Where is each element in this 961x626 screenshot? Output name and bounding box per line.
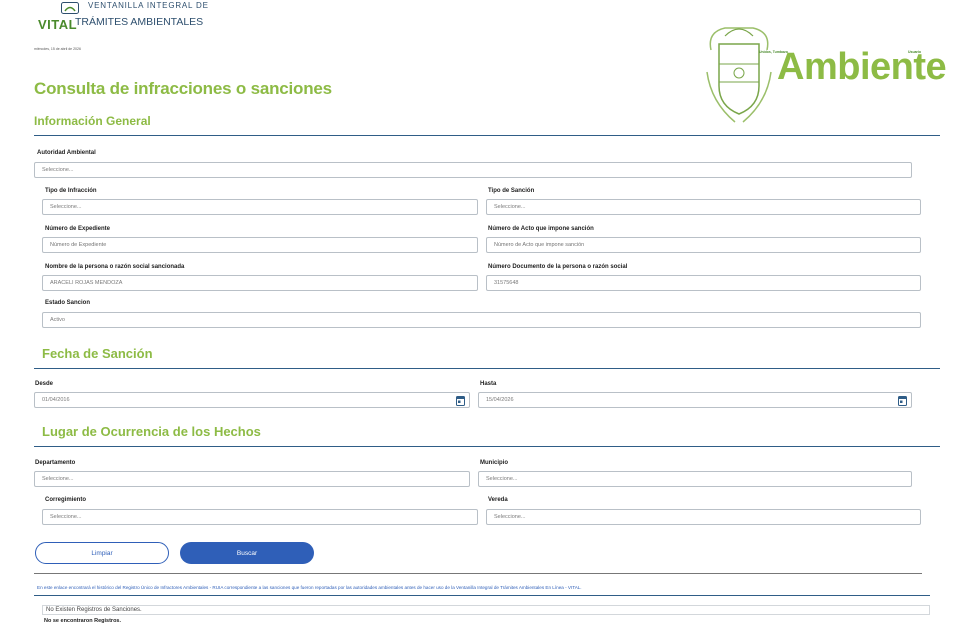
results-table: No Existen Registros de Sanciones. bbox=[42, 605, 930, 615]
logo-brand: VITAL bbox=[38, 17, 78, 32]
num-documento-label: Número Documento de la persona o razón s… bbox=[488, 264, 628, 270]
limpiar-button[interactable]: Limpiar bbox=[35, 542, 169, 564]
footer-divider-bottom bbox=[34, 595, 930, 596]
desde-label: Desde bbox=[35, 381, 54, 387]
num-acto-input[interactable] bbox=[486, 237, 921, 253]
section-fecha-title: Fecha de Sanción bbox=[42, 346, 153, 361]
departamento-label: Departamento bbox=[35, 460, 76, 466]
num-acto-label: Número de Acto que impone sanción bbox=[488, 226, 594, 232]
section-lugar-divider bbox=[34, 446, 940, 447]
calendar-icon[interactable] bbox=[456, 395, 465, 406]
num-documento-input[interactable]: 31575648 bbox=[486, 275, 921, 291]
vital-logo-icon bbox=[61, 2, 79, 14]
tipo-infraccion-label: Tipo de Infracción bbox=[45, 188, 97, 194]
vital-logo[interactable]: VENTANILLA INTEGRAL DE VITAL TRÁMITES AM… bbox=[37, 0, 208, 36]
hasta-label: Hasta bbox=[480, 381, 497, 387]
autoridad-label: Autoridad Ambiental bbox=[37, 150, 96, 156]
nombre-label: Nombre de la persona o razón social sanc… bbox=[45, 264, 185, 270]
section-lugar-title: Lugar de Ocurrencia de los Hechos bbox=[42, 424, 261, 439]
calendar-icon[interactable] bbox=[898, 395, 907, 406]
hasta-value: 15/04/2026 bbox=[486, 397, 514, 403]
section-general-divider bbox=[34, 135, 940, 136]
tipo-sancion-label: Tipo de Sanción bbox=[488, 188, 535, 194]
ruia-history-link[interactable]: En este enlace encontrará el histórico d… bbox=[37, 585, 582, 590]
logo-line1: VENTANILLA INTEGRAL DE bbox=[88, 1, 209, 10]
no-records-message: No se encontraron Registros. bbox=[44, 618, 122, 624]
tipo-infraccion-select[interactable]: Seleccione... bbox=[42, 199, 478, 215]
corregimiento-label: Corregimiento bbox=[45, 497, 87, 503]
result-message: No Existen Registros de Sanciones. bbox=[46, 607, 142, 613]
departamento-select[interactable]: Seleccione... bbox=[34, 471, 470, 487]
ambiente-logo: Ambiente bbox=[777, 46, 947, 88]
section-fecha-divider bbox=[34, 368, 940, 369]
municipio-label: Municipio bbox=[480, 460, 508, 466]
vereda-select[interactable]: Seleccione... bbox=[486, 509, 921, 525]
vereda-label: Vereda bbox=[488, 497, 508, 503]
desde-value: 01/04/2016 bbox=[42, 397, 70, 403]
buscar-button[interactable]: Buscar bbox=[180, 542, 314, 564]
estado-label: Estado Sancion bbox=[45, 300, 91, 306]
num-expediente-input[interactable] bbox=[42, 237, 478, 253]
footer-divider-top bbox=[34, 573, 922, 574]
section-general-title: Información General bbox=[34, 114, 151, 128]
num-expediente-label: Número de Expediente bbox=[45, 226, 111, 232]
estado-select[interactable]: Activo bbox=[42, 312, 921, 328]
page-title: Consulta de infracciones o sanciones bbox=[34, 79, 332, 98]
coat-of-arms-icon bbox=[706, 27, 772, 123]
current-date: miércoles, 15 de abril de 2026 bbox=[34, 47, 81, 51]
corregimiento-select[interactable]: Seleccione... bbox=[42, 509, 478, 525]
logo-line2: TRÁMITES AMBIENTALES bbox=[75, 16, 204, 28]
desde-date-input[interactable]: 01/04/2016 bbox=[34, 392, 470, 408]
tipo-sancion-select[interactable]: Seleccione... bbox=[486, 199, 921, 215]
nombre-input[interactable]: ARACELI ROJAS MENDOZA bbox=[42, 275, 478, 291]
hasta-date-input[interactable]: 15/04/2026 bbox=[478, 392, 912, 408]
autoridad-select[interactable]: Seleccione... bbox=[34, 162, 912, 178]
municipio-select[interactable]: Seleccione... bbox=[478, 471, 912, 487]
